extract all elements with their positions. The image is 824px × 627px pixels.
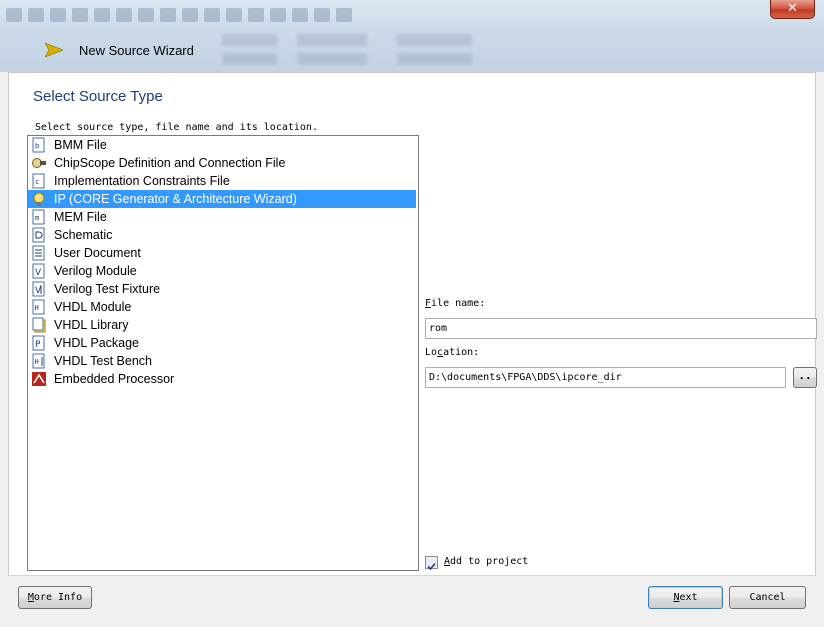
wizard-icon [45,43,63,57]
background-blur [222,34,472,46]
source-type-label: Implementation Constraints File [54,174,230,188]
source-type-label: IP (CORE Generator & Architecture Wizard… [54,192,297,206]
vhdl-test-bench-icon: H [32,353,45,369]
source-type-label: VHDL Library [54,318,129,332]
source-type-label: BMM File [54,138,107,152]
mem-file-icon: m [32,209,45,225]
source-type-item[interactable]: ChipScope Definition and Connection File [28,154,416,172]
wizard-page: Select Source Type Select source type, f… [8,72,817,575]
page-instruction: Select source type, file name and its lo… [35,122,318,133]
source-type-item[interactable]: b BMM File [28,136,416,154]
cancel-button[interactable]: Cancel [729,586,806,609]
schematic-icon [32,227,45,243]
source-type-label: Embedded Processor [54,372,175,386]
source-type-list[interactable]: b BMM File ChipScope Definition and Connec… [27,135,419,571]
vhdl-package-icon: P [32,335,45,351]
footer-separator [8,575,816,576]
verilog-module-icon: V [32,263,45,279]
source-type-item[interactable]: V Verilog Test Fixture [28,280,416,298]
svg-text:H: H [35,358,39,366]
close-button[interactable]: ✕ [770,0,815,19]
more-info-button[interactable]: More Info [18,586,92,609]
page-title: Select Source Type [33,88,163,105]
source-type-label: Verilog Module [54,264,137,278]
source-type-label: ChipScope Definition and Connection File [54,156,286,170]
svg-text:H: H [35,304,39,312]
file-name-label: File name: [425,298,486,309]
file-name-input[interactable]: rom [425,318,817,339]
source-type-item[interactable]: P VHDL Package [28,334,416,352]
source-type-label: VHDL Module [54,300,132,314]
source-type-item[interactable]: Embedded Processor [28,370,416,388]
window-title: New Source Wizard [79,43,194,58]
source-type-item[interactable]: H VHDL Module [28,298,416,316]
add-to-project-checkbox[interactable] [425,556,438,571]
source-type-item[interactable]: V Verilog Module [28,262,416,280]
title-bar: New Source Wizard [0,0,824,72]
source-type-label: MEM File [54,210,107,224]
svg-text:V: V [35,268,42,278]
ip-core-icon [33,192,45,206]
source-type-item[interactable]: c Implementation Constraints File [28,172,416,190]
source-type-item[interactable]: User Document [28,244,416,262]
source-type-label: Schematic [54,228,113,242]
add-to-project-label: Add to project [444,556,529,567]
source-type-item[interactable]: IP (CORE Generator & Architecture Wizard… [28,190,416,208]
vhdl-module-icon: H [32,299,45,315]
browse-button[interactable]: .. [793,367,817,388]
source-type-item[interactable]: H VHDL Test Bench [28,352,416,370]
background-toolbar-blurred [6,4,416,26]
location-label: Location: [425,347,480,358]
source-type-item[interactable]: m MEM File [28,208,416,226]
svg-text:P: P [35,340,41,350]
user-document-icon [32,245,45,261]
chipscope-icon [32,158,46,168]
verilog-test-fixture-icon: V [32,281,45,297]
source-type-label: VHDL Package [54,336,139,350]
source-type-item[interactable]: VHDL Library [28,316,416,334]
next-button[interactable]: Next [648,586,723,609]
bmm-file-icon: b [32,137,45,153]
vhdl-library-icon [32,317,46,333]
checkmark-icon [427,562,436,571]
location-input[interactable]: D:\documents\FPGA\DDS\ipcore_dir [425,367,786,388]
source-type-label: User Document [54,246,141,260]
svg-text:c: c [35,178,39,186]
svg-text:m: m [35,214,39,222]
svg-text:b: b [35,142,39,150]
embedded-processor-icon [32,372,46,386]
background-blur [222,53,472,65]
constraints-file-icon: c [32,173,45,189]
source-type-label: VHDL Test Bench [54,354,152,368]
source-type-item[interactable]: Schematic [28,226,416,244]
source-type-label: Verilog Test Fixture [54,282,161,296]
